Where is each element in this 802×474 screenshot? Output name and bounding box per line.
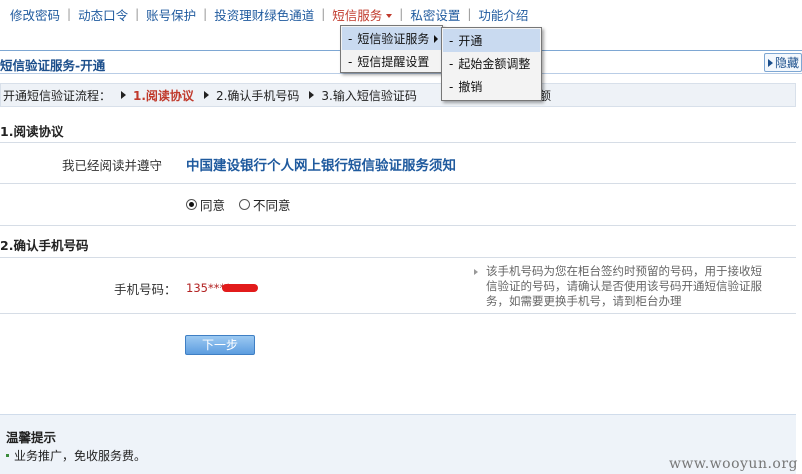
menu-dash: - <box>449 56 454 71</box>
phone-hint-line: 该手机号码为您在柜台签约时预留的号码，用于接收短 <box>486 264 762 278</box>
redaction-mark <box>222 284 258 292</box>
triangle-right-icon <box>768 58 773 67</box>
watermark: www.wooyun.org <box>668 456 798 472</box>
nav-investment-channel[interactable]: 投资理财绿色通道 <box>214 5 314 24</box>
nav-dynamic-password[interactable]: 动态口令 <box>78 5 128 24</box>
menu-dash: - <box>449 79 454 94</box>
hide-button-label: 隐藏 <box>775 56 800 70</box>
nav-privacy-settings[interactable]: 私密设置 <box>410 5 460 24</box>
divider <box>0 313 796 314</box>
nav-separator: | <box>67 7 72 21</box>
menu-dash: - <box>348 31 353 46</box>
nav-separator: | <box>467 7 472 21</box>
radio-unchecked-icon <box>239 199 250 210</box>
nav-account-protection[interactable]: 账号保护 <box>146 5 196 24</box>
menu-dash: - <box>449 33 454 48</box>
steps-label: 开通短信验证流程： <box>3 88 112 103</box>
step-arrow-icon <box>309 91 315 99</box>
nav-feature-intro[interactable]: 功能介绍 <box>478 5 528 24</box>
hide-button[interactable]: 隐藏 <box>764 53 802 72</box>
step-confirm-phone: 2.确认手机号码 <box>215 88 300 103</box>
menu-item-label: 短信验证服务 <box>357 32 430 46</box>
phone-label: 手机号码： <box>114 282 177 297</box>
phone-hint: 该手机号码为您在柜台签约时预留的号码，用于接收短 信验证的号码，请确认是否使用该… <box>470 264 790 309</box>
step-enter-sms-code: 3.输入短信验证码 <box>321 88 417 103</box>
step-read-agreement: 1.阅读协议 <box>133 88 194 103</box>
caret-down-icon <box>386 14 393 18</box>
menu-item-sms-verification[interactable]: - 短信验证服务 <box>342 27 441 50</box>
radio-agree[interactable]: 同意 <box>186 195 225 214</box>
agreement-link[interactable]: 中国建设银行个人网上银行短信验证服务须知 <box>186 154 456 174</box>
divider <box>0 257 796 258</box>
submenu-item-adjust-amount[interactable]: - 起始金额调整 <box>443 52 540 75</box>
divider <box>0 183 796 184</box>
agree-label: 我已经阅读并遵守 <box>62 158 163 173</box>
nav-separator: | <box>399 7 404 21</box>
radio-disagree[interactable]: 不同意 <box>239 195 291 214</box>
nav-sms-service[interactable]: 短信服务 <box>332 5 393 24</box>
radio-checked-icon <box>186 199 197 210</box>
nav-separator: | <box>203 7 208 21</box>
tips-title: 温馨提示 <box>6 430 57 445</box>
tips-item: 业务推广，免收服务费。 <box>6 447 146 464</box>
submenu-arrow-icon <box>434 35 438 43</box>
divider <box>0 142 796 143</box>
nav-sms-service-label: 短信服务 <box>332 7 383 23</box>
step-arrow-icon <box>203 91 209 99</box>
menu-item-label: 短信提醒设置 <box>357 55 430 69</box>
section-confirm-phone-heading: 2.确认手机号码 <box>0 238 89 253</box>
process-steps: 开通短信验证流程： 1.阅读协议 2.确认手机号码 3.输入短信验证码 额 <box>0 83 796 107</box>
menu-item-label: 起始金额调整 <box>458 57 531 71</box>
step-arrow-icon <box>121 91 127 99</box>
submenu-item-activate[interactable]: - 开通 <box>443 29 540 52</box>
bullet-icon <box>6 454 9 457</box>
sms-verification-submenu: - 开通 - 起始金额调整 - 撤销 <box>441 27 542 101</box>
menu-item-label: 撤销 <box>458 80 483 94</box>
radio-disagree-label: 不同意 <box>253 198 291 213</box>
page-title: 短信验证服务-开通 <box>0 58 106 73</box>
next-step-button[interactable]: 下一步 <box>185 335 255 355</box>
nav-separator: | <box>321 7 326 21</box>
submenu-item-cancel[interactable]: - 撤销 <box>443 75 540 98</box>
sms-service-dropdown: - 短信验证服务 - 短信提醒设置 <box>340 25 443 73</box>
top-nav: 修改密码 | 动态口令 | 账号保护 | 投资理财绿色通道 | 短信服务 | 私… <box>0 0 802 28</box>
hint-triangle-icon <box>474 269 478 275</box>
divider <box>0 225 796 226</box>
radio-agree-label: 同意 <box>200 198 226 213</box>
phone-hint-line: 务，如需要更换手机号，请到柜台办理 <box>486 294 682 308</box>
menu-item-sms-reminder[interactable]: - 短信提醒设置 <box>342 50 441 73</box>
menu-dash: - <box>348 54 353 69</box>
nav-change-password[interactable]: 修改密码 <box>10 5 60 24</box>
section-read-agreement-heading: 1.阅读协议 <box>0 124 64 139</box>
phone-hint-text: 该手机号码为您在柜台签约时预留的号码，用于接收短 信验证的号码，请确认是否使用该… <box>486 264 762 309</box>
menu-item-label: 开通 <box>458 34 483 48</box>
phone-hint-line: 信验证的号码，请确认是否使用该号码开通短信验证服 <box>486 279 762 293</box>
tips-item-text: 业务推广，免收服务费。 <box>14 449 147 463</box>
nav-separator: | <box>135 7 140 21</box>
